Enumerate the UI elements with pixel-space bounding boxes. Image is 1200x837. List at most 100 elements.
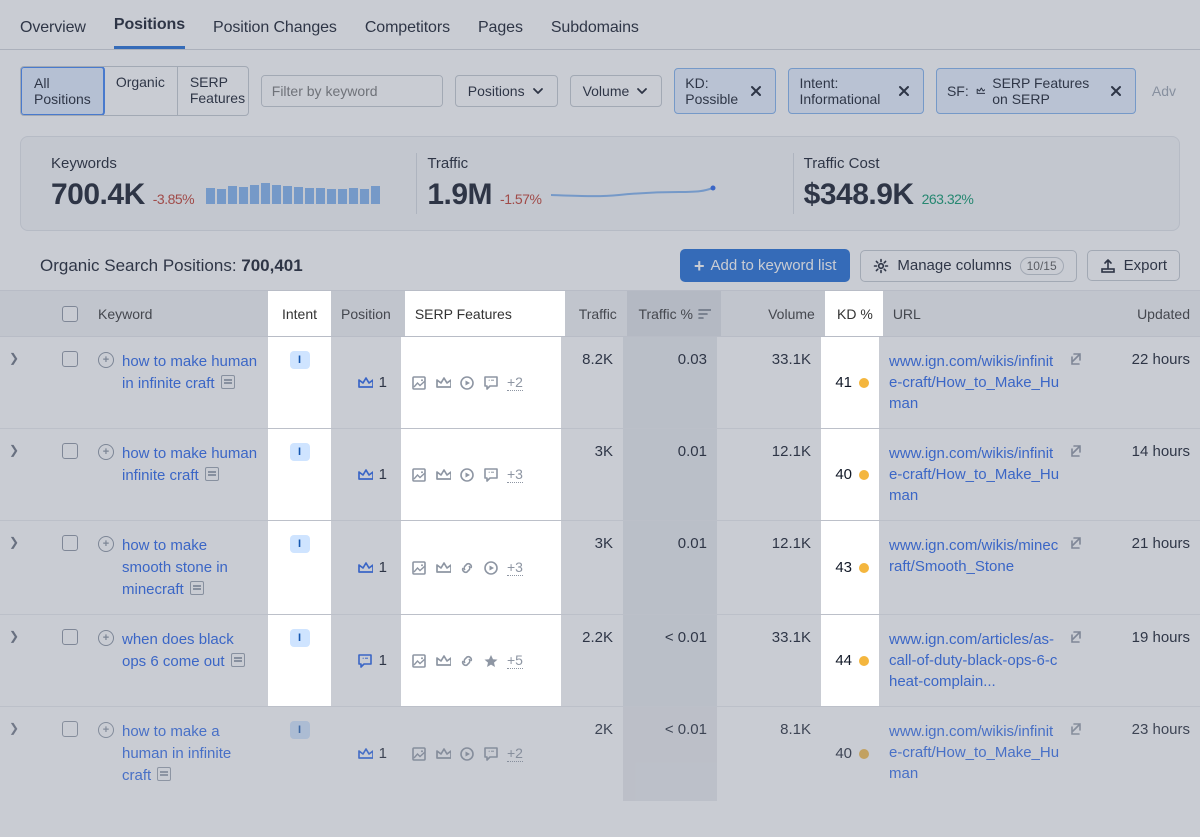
external-link-icon[interactable] [1069,351,1083,365]
expand-row-icon[interactable]: ❯ [9,443,19,506]
volume-dropdown[interactable]: Volume [570,75,663,107]
col-position[interactable]: Position [331,291,405,336]
crown-icon [435,560,451,576]
table-row: ❯ + when does black ops 6 come out I 1 +… [0,615,1200,707]
keyword-link[interactable]: how to make human infinite craft [122,445,257,484]
url-link[interactable]: www.ign.com/wikis/infinite-craft/How_to_… [889,351,1061,414]
manage-columns-button[interactable]: Manage columns10/15 [860,250,1076,282]
delta-negative: -3.85% [153,191,194,207]
col-traffic-pct[interactable]: Traffic % [627,291,721,336]
url-link[interactable]: www.ign.com/wikis/infinite-craft/How_to_… [889,443,1061,506]
positions-table: Keyword Intent Position SERP Features Tr… [0,290,1200,801]
external-link-icon[interactable] [1069,443,1083,457]
tab-competitors[interactable]: Competitors [365,9,450,49]
row-checkbox[interactable] [62,721,78,737]
expand-row-icon[interactable]: ❯ [9,351,19,414]
intent-badge: I [290,721,310,739]
external-link-icon[interactable] [1069,535,1083,549]
export-icon [1100,258,1116,274]
image-icon [411,560,427,576]
serp-preview-icon[interactable] [231,653,245,667]
stat-traffic: Traffic 1.9M-1.57% [417,153,793,214]
tab-pages[interactable]: Pages [478,9,523,49]
row-checkbox[interactable] [62,535,78,551]
serp-preview-icon[interactable] [221,375,235,389]
row-checkbox[interactable] [62,443,78,459]
add-keyword-icon[interactable]: + [98,630,114,646]
serp-feature-icons: +3 [411,443,523,506]
col-volume[interactable]: Volume [721,291,825,336]
add-keyword-icon[interactable]: + [98,444,114,460]
expand-row-icon[interactable]: ❯ [9,535,19,600]
delta-negative: -1.57% [500,191,541,207]
serp-features-more[interactable]: +2 [507,374,523,391]
filter-chip-intent[interactable]: Intent: Informational [788,68,923,114]
add-keyword-icon[interactable]: + [98,352,114,368]
col-serp-features[interactable]: SERP Features [405,291,565,336]
filter-chip-kd[interactable]: KD: Possible [674,68,776,114]
url-link[interactable]: www.ign.com/wikis/infinite-craft/How_to_… [889,721,1061,784]
expand-row-icon[interactable]: ❯ [9,629,19,692]
add-keyword-icon[interactable]: + [98,722,114,738]
serp-features-more[interactable]: +2 [507,745,523,762]
keyword-link[interactable]: when does black ops 6 come out [122,631,234,670]
nav-tabs: Overview Positions Position Changes Comp… [0,0,1200,50]
serp-preview-icon[interactable] [157,767,171,781]
columns-count-pill: 10/15 [1020,257,1064,275]
table-row: ❯ + how to make a human in infinite craf… [0,707,1200,800]
tab-overview[interactable]: Overview [20,9,86,49]
segment-organic[interactable]: Organic [104,67,178,115]
positions-dropdown[interactable]: Positions [455,75,558,107]
keyword-link[interactable]: how to make human in infinite craft [122,353,257,392]
col-traffic[interactable]: Traffic [565,291,627,336]
col-kd[interactable]: KD % [825,291,883,336]
intent-badge: I [290,443,310,461]
keyword-filter [261,75,443,107]
serp-preview-icon[interactable] [190,581,204,595]
crown-icon [357,467,373,483]
external-link-icon[interactable] [1069,629,1083,643]
col-intent[interactable]: Intent [268,291,331,336]
play-icon [483,560,499,576]
position-value: 1 [379,745,387,762]
serp-features-more[interactable]: +3 [507,559,523,576]
link-icon [459,653,475,669]
speech-icon [357,653,373,669]
export-button[interactable]: Export [1087,250,1180,281]
serp-features-more[interactable]: +5 [507,652,523,669]
keyword-link[interactable]: how to make smooth stone in minecraft [122,537,228,598]
chip-remove-icon[interactable] [895,84,913,98]
url-link[interactable]: www.ign.com/wikis/minecraft/Smooth_Stone [889,535,1061,577]
serp-features-more[interactable]: +3 [507,466,523,483]
col-url[interactable]: URL [883,291,1097,336]
tab-subdomains[interactable]: Subdomains [551,9,639,49]
external-link-icon[interactable] [1069,721,1083,735]
col-updated[interactable]: Updated [1097,291,1200,336]
kd-difficulty-dot [859,378,869,388]
tab-position-changes[interactable]: Position Changes [213,9,337,49]
stat-keywords: Keywords 700.4K-3.85% [41,153,417,214]
chip-remove-icon[interactable] [1107,84,1125,98]
add-to-keyword-list-button[interactable]: + Add to keyword list [680,249,850,282]
select-all-checkbox[interactable] [62,306,78,322]
crown-icon [435,653,451,669]
bar-sparkline-icon [206,178,380,204]
section-title: Organic Search Positions: 700,401 [40,256,680,276]
segment-all-positions[interactable]: All Positions [20,66,105,116]
segment-serp-features[interactable]: SERP Features [178,67,249,115]
keyword-link[interactable]: how to make a human in infinite craft [122,723,231,784]
add-keyword-icon[interactable]: + [98,536,114,552]
serp-preview-icon[interactable] [205,467,219,481]
row-checkbox[interactable] [62,629,78,645]
tab-positions[interactable]: Positions [114,6,185,49]
advanced-filters[interactable]: Adv [1148,76,1180,106]
filter-chip-serp-features[interactable]: SF: SERP Features on SERP [936,68,1136,114]
chip-remove-icon[interactable] [747,84,765,98]
traffic-pct-value: 0.01 [623,521,717,614]
url-link[interactable]: www.ign.com/articles/as-call-of-duty-bla… [889,629,1061,692]
keyword-filter-input[interactable] [262,76,443,106]
col-keyword[interactable]: Keyword [88,291,268,336]
expand-row-icon[interactable]: ❯ [9,721,19,786]
kd-difficulty-dot [859,656,869,666]
row-checkbox[interactable] [62,351,78,367]
